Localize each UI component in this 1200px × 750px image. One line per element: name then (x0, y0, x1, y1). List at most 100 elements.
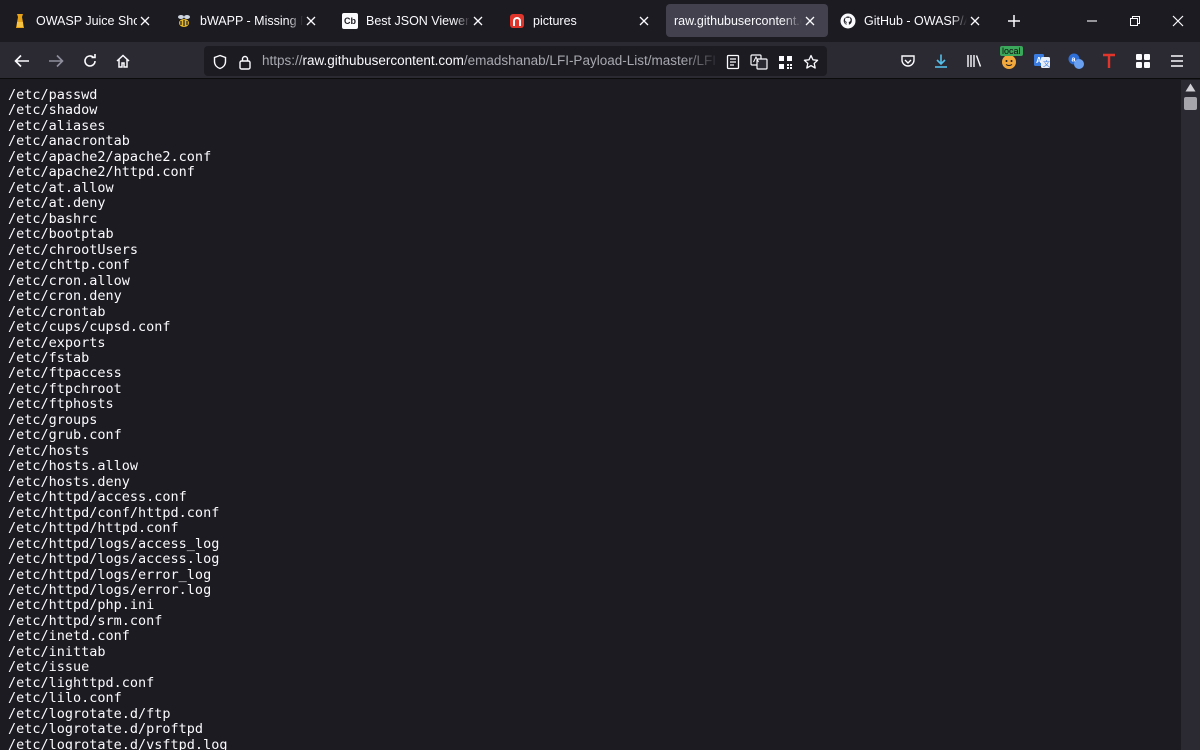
reload-button[interactable] (79, 50, 101, 72)
text-line: /etc/apache2/apache2.conf (8, 148, 212, 165)
vertical-scrollbar[interactable] (1181, 80, 1200, 750)
text-line: /etc/ftphosts (8, 396, 114, 413)
text-line: /etc/hosts (8, 442, 90, 459)
close-tab-icon[interactable] (802, 13, 818, 29)
red-t-extension-button[interactable] (1098, 50, 1120, 72)
lock-icon[interactable] (236, 53, 254, 71)
text-line: /etc/logrotate.d/proftpd (8, 721, 204, 738)
translate-extension-button[interactable]: A文 (1031, 50, 1053, 72)
text-line: /etc/exports (8, 334, 106, 351)
download-icon (935, 54, 947, 68)
address-bar[interactable]: https://raw.githubusercontent.com/emadsh… (204, 46, 827, 76)
codebeautify-icon-text: Cb (342, 12, 358, 29)
juice-shop-icon (12, 13, 28, 29)
close-window-button[interactable] (1168, 11, 1188, 31)
text-line: /etc/logrotate.d/vsftpd.log (8, 736, 228, 750)
extensions-grid-icon (1136, 54, 1150, 68)
text-line: /etc/httpd/logs/access_log (8, 535, 220, 552)
application-menu-button[interactable] (1166, 50, 1188, 72)
text-line: /etc/lighttpd.conf (8, 674, 155, 691)
bookmark-star-icon[interactable] (802, 53, 820, 71)
pocket-button[interactable] (897, 50, 919, 72)
svg-text:文: 文 (1043, 59, 1050, 68)
tab-title: raw.githubusercontent.com (674, 13, 802, 28)
text-line: /etc/inetd.conf (8, 628, 130, 645)
library-icon (967, 55, 982, 67)
close-tab-icon[interactable] (303, 13, 319, 29)
pocket-icon (901, 55, 915, 67)
tab-github-owasp[interactable]: GitHub - OWASP/Ama (831, 4, 993, 37)
text-line: /etc/chttp.conf (8, 257, 130, 274)
translate-page-icon[interactable] (750, 53, 768, 71)
close-tab-icon[interactable] (137, 13, 153, 29)
tab-pictures[interactable]: pictures (500, 4, 662, 37)
text-line: /etc/lilo.conf (8, 690, 122, 707)
new-tab-button[interactable] (1004, 11, 1024, 31)
home-button[interactable] (112, 50, 134, 72)
text-line: /etc/chrootUsers (8, 241, 139, 258)
back-button[interactable] (11, 50, 33, 72)
home-icon (116, 54, 130, 68)
close-tab-icon[interactable] (636, 13, 652, 29)
text-line: /etc/bootptab (8, 226, 114, 243)
url-scheme: https:// (262, 53, 303, 68)
text-line: /etc/httpd/access.conf (8, 489, 187, 506)
text-line: /etc/at.deny (8, 195, 106, 212)
tab-title: Best JSON Viewer and (366, 13, 470, 28)
text-line: /etc/hosts.deny (8, 473, 130, 490)
forward-arrow-icon (49, 54, 64, 68)
text-line: /etc/inittab (8, 643, 106, 660)
text-line: /etc/httpd/conf/httpd.conf (8, 504, 220, 521)
arch-red-icon (509, 13, 525, 29)
svg-text:a: a (1072, 57, 1076, 64)
translator-extension-button[interactable]: a (1065, 50, 1087, 72)
translate-extension-icon: A文 (1034, 54, 1050, 68)
text-line: /etc/issue (8, 659, 90, 676)
extensions-button[interactable] (1132, 50, 1154, 72)
text-line: /etc/apache2/httpd.conf (8, 164, 195, 181)
text-line: /etc/at.allow (8, 179, 114, 196)
library-button[interactable] (964, 50, 986, 72)
text-line: /etc/cups/cupsd.conf (8, 319, 171, 336)
url-host: raw.githubusercontent.com (302, 53, 464, 68)
reload-icon (84, 54, 96, 67)
tab-title: GitHub - OWASP/Ama (864, 13, 967, 28)
text-line: /etc/crontab (8, 303, 106, 320)
restore-window-button[interactable] (1125, 11, 1145, 31)
back-arrow-icon (14, 54, 29, 68)
close-tab-icon[interactable] (470, 13, 486, 29)
text-line: /etc/httpd/logs/error.log (8, 582, 212, 598)
translator-extension-icon: a (1068, 53, 1084, 69)
qr-code-icon[interactable] (776, 53, 794, 71)
tab-title: pictures (533, 13, 577, 28)
text-line: /etc/cron.deny (8, 288, 122, 305)
close-tab-icon[interactable] (967, 13, 983, 29)
tab-title: OWASP Juice Shop (36, 13, 137, 28)
scroll-up-arrow-icon[interactable] (1185, 83, 1196, 92)
reader-view-icon[interactable] (724, 53, 742, 71)
minimize-window-button[interactable] (1082, 11, 1102, 31)
bee-icon (176, 13, 192, 29)
forward-button[interactable] (45, 50, 67, 72)
url-text[interactable]: https://raw.githubusercontent.com/emadsh… (262, 53, 720, 68)
tab-best-json-viewer[interactable]: Cb Best JSON Viewer and (333, 4, 496, 37)
text-line: /etc/grub.conf (8, 427, 122, 444)
text-line: /etc/hosts.allow (8, 458, 139, 475)
tab-title: bWAPP - Missing Func (200, 13, 303, 28)
text-line: /etc/bashrc (8, 210, 98, 227)
scrollbar-thumb[interactable] (1184, 97, 1197, 110)
text-line: /etc/httpd/logs/access.log (8, 551, 220, 568)
url-path: /emadshanab/LFI-Payload-List/master/LFI … (463, 53, 720, 68)
codebeautify-icon: Cb (342, 12, 358, 29)
tab-bwapp[interactable]: bWAPP - Missing Func (167, 4, 329, 37)
tracking-protection-shield-icon[interactable] (211, 53, 229, 71)
text-line: /etc/shadow (8, 102, 98, 119)
hamburger-menu-icon (1171, 55, 1183, 67)
text-line: /etc/aliases (8, 117, 106, 134)
text-line: /etc/logrotate.d/ftp (8, 705, 171, 722)
tab-owasp-juice-shop[interactable]: OWASP Juice Shop (3, 4, 163, 37)
text-line: /etc/fstab (8, 349, 90, 366)
downloads-button[interactable] (930, 50, 952, 72)
svg-text:A: A (1036, 56, 1042, 65)
tab-raw-githubusercontent[interactable]: raw.githubusercontent.com (666, 4, 828, 37)
